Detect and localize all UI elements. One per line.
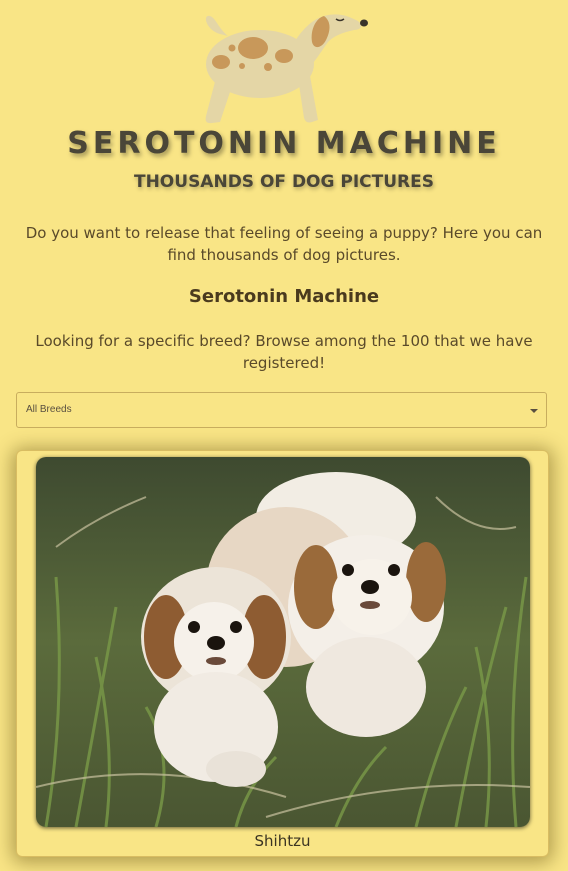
breed-select-value: All Breeds xyxy=(26,404,72,415)
chevron-down-icon xyxy=(530,409,538,413)
dog-logo-icon xyxy=(205,14,368,124)
site-subtitle: THOUSANDS OF DOG PICTURES xyxy=(133,172,434,192)
section-heading: Serotonin Machine xyxy=(188,286,380,307)
dog-breed-caption: Shihtzu xyxy=(254,832,311,850)
intro-text: Do you want to release that feeling of s… xyxy=(25,224,543,264)
site-title: SEROTONIN MACHINE xyxy=(67,126,501,161)
dog-photo[interactable] xyxy=(36,457,530,827)
dog-photo-image xyxy=(36,457,530,827)
dog-card: Shihtzu xyxy=(16,450,549,857)
breed-description: Looking for a specific breed? Browse amo… xyxy=(35,332,533,372)
breed-select[interactable]: All Breeds xyxy=(16,392,547,428)
